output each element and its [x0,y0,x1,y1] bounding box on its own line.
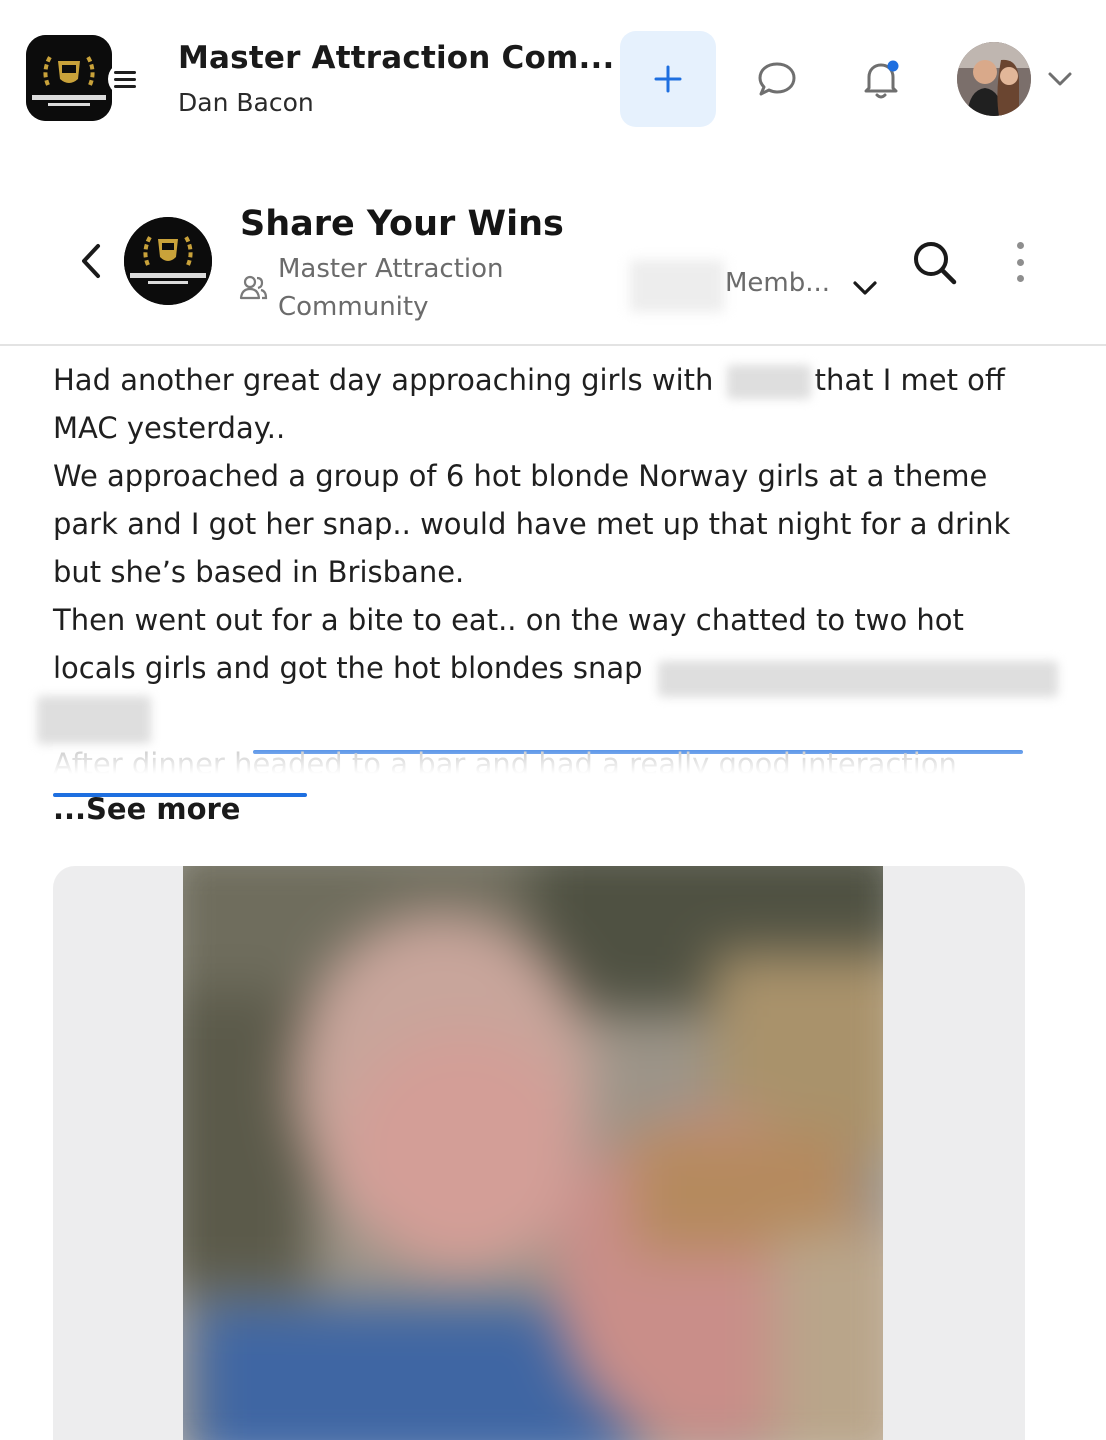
chevron-left-icon[interactable] [72,240,112,282]
community-logo[interactable] [26,35,112,121]
search-icon[interactable] [910,238,960,288]
notifications-button[interactable] [852,50,910,108]
group-title: Share Your Wins [240,204,564,244]
post-line: Had another great day approaching girls … [53,363,1005,399]
app-title: Master Attraction Com... [178,40,615,76]
see-more-link[interactable]: ...See more [53,792,240,826]
post-line: park and I got her snap.. would have met… [53,507,1011,541]
group-header: Share Your Wins Master Attraction Commun… [0,160,1106,346]
post-body: Had another great day approaching girls … [37,356,1058,744]
redacted-name [726,365,811,399]
community-link[interactable]: Master Attraction Community [278,250,578,326]
top-app-bar: Master Attraction Com... Dan Bacon [0,0,1106,160]
post-line: but she’s based in Brisbane. [53,555,465,589]
linked-text[interactable]: great day approaching girls with [243,363,714,397]
people-icon [238,273,268,301]
more-vertical-icon[interactable] [1005,240,1035,284]
user-avatar[interactable] [957,42,1031,116]
linked-text[interactable]: that I met off [815,363,1005,397]
group-avatar[interactable] [124,217,212,305]
member-filter-select[interactable]: Memb... [725,268,830,298]
hamburger-menu-icon[interactable] [108,62,142,96]
bell-icon [864,60,899,99]
redacted-text [658,661,1058,697]
post-line: Then went out for a bite to eat.. on the… [53,603,964,637]
chevron-down-icon[interactable] [1046,66,1074,92]
blurred-photo [183,866,883,1440]
chat-bubble-icon [758,62,796,96]
chevron-down-icon[interactable] [850,274,880,300]
redacted-text [37,696,151,744]
app-subtitle: Dan Bacon [178,88,314,117]
avatar-photo [957,42,1031,116]
plus-icon [654,65,682,93]
add-button[interactable] [620,31,716,127]
redacted-member-avatars [630,260,724,312]
post-line-faded: After dinner headed to a bar and had a r… [53,740,1043,774]
post-line: We approached a group of 6 hot blonde No… [53,459,988,493]
laurel-crest-icon [124,217,212,305]
chat-button[interactable] [748,50,806,108]
laurel-crest-icon [26,35,112,121]
post-media[interactable] [53,866,1025,1440]
linked-text[interactable]: MAC yesterday.. [53,404,1043,452]
post-card: Had another great day approaching girls … [0,348,1106,1440]
